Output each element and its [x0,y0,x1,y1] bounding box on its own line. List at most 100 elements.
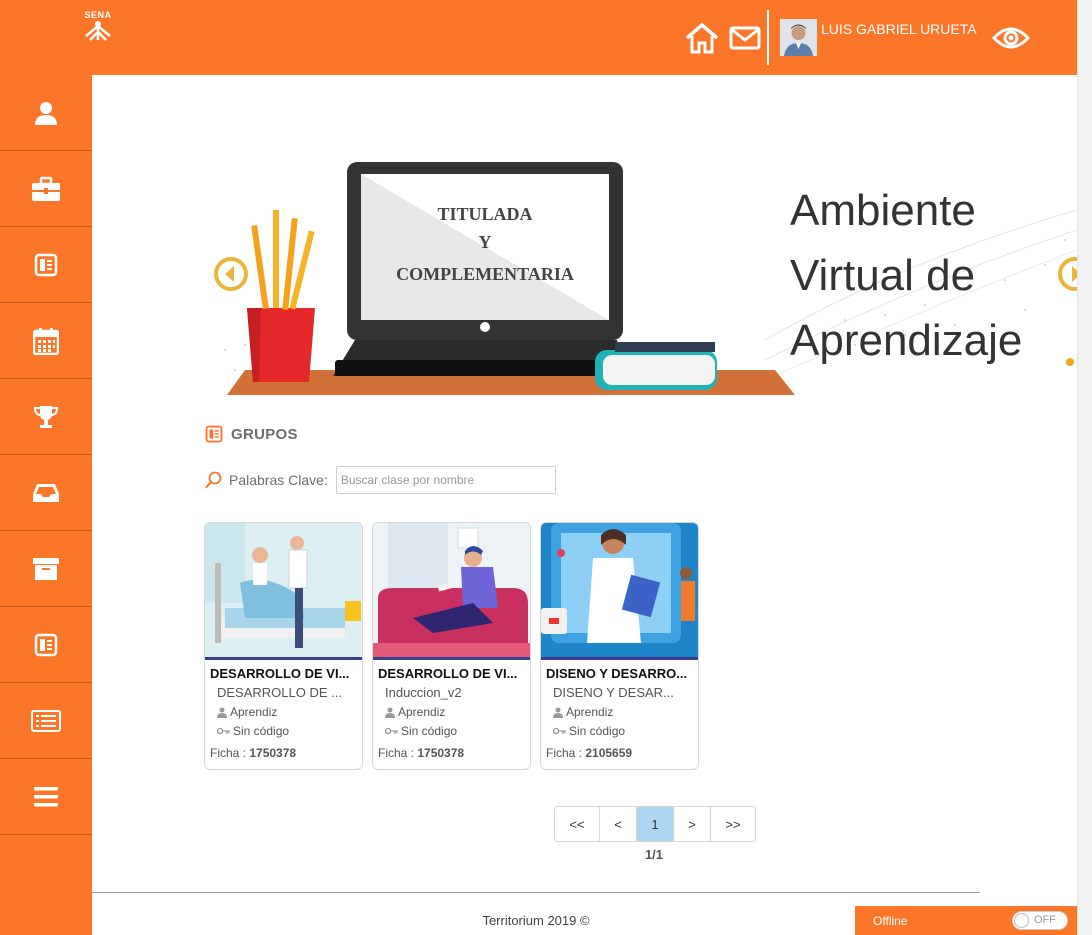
banner-heading-line-3: Aprendizaje [790,316,1022,365]
search-input[interactable] [335,466,556,494]
sidebar-item-courses[interactable] [0,607,92,683]
eye-icon[interactable] [991,24,1031,57]
key-icon [553,727,566,735]
sidebar-item-groups[interactable] [0,227,92,303]
banner-illustration: TITULADA Y COMPLEMENTARIA Ambiente Virtu… [224,162,1077,395]
sena-logo[interactable]: SENA [80,10,116,42]
card-title: DESARROLLO DE VI... [210,666,350,681]
card-title: DISENO Y DESARRO... [546,666,688,681]
banner-screen-line-3: COMPLEMENTARIA [396,264,574,284]
card-role-label: Aprendiz [398,705,446,719]
page-current-button[interactable]: 1 [637,807,674,841]
inbox-icon [33,483,59,502]
card-thumbnail [541,523,698,660]
list-icon [31,709,61,732]
sidebar-item-menu[interactable] [0,759,92,835]
top-bar: SENA LUIS GABRIEL URUETA [0,0,1077,75]
offline-bar: Offline OFF [855,906,1077,935]
banner-carousel: TITULADA Y COMPLEMENTARIA Ambiente Virtu… [205,130,1077,398]
card-ficha-value: 1750378 [417,746,465,760]
page-scrollbar[interactable] [1077,0,1092,935]
group-card[interactable]: DESARROLLO DE VI... DESARROLLO DE ... Ap… [204,522,363,770]
sidebar [0,75,92,935]
section-title: GRUPOS [231,425,298,443]
search-row: Palabras Clave: [205,466,556,494]
card-role-label: Aprendiz [230,705,278,719]
sidebar-item-portfolio[interactable] [0,151,92,227]
sidebar-item-list[interactable] [0,683,92,759]
user-icon [553,707,563,718]
search-icon [205,471,222,488]
page-first-button[interactable]: << [555,807,600,841]
logo-text: SENA [84,10,112,20]
group-card[interactable]: DISENO Y DESARRO... DISENO Y DESAR... Ap… [540,522,699,770]
card-role-label: Aprendiz [566,705,614,719]
card-thumbnail [373,523,530,660]
card-code: Sin código [205,719,362,738]
carousel-prev-button[interactable] [213,256,249,292]
footer-text: Territorium 2019 © [482,913,590,928]
card-subtitle: DISENO Y DESAR... [553,685,674,700]
sidebar-item-profile[interactable] [0,75,92,151]
card-ficha: Ficha : 1750378 [205,738,362,760]
card-role: Aprendiz [541,700,698,719]
card-subtitle: DESARROLLO DE ... [217,685,342,700]
sidebar-item-archive[interactable] [0,531,92,607]
trophy-icon [33,405,59,428]
user-icon [35,101,57,125]
card-role: Aprendiz [373,700,530,719]
page-info: 1/1 [644,847,664,862]
card-code: Sin código [541,719,698,738]
banner-screen-line-2: Y [479,232,492,252]
chevron-left-icon [214,257,248,291]
group-cards: DESARROLLO DE VI... DESARROLLO DE ... Ap… [204,522,699,770]
card-thumbnail [205,523,362,660]
card-title: DESARROLLO DE VI... [378,666,518,681]
briefcase-icon [32,176,60,201]
card-code: Sin código [373,719,530,738]
pagination: << < 1 > >> [554,806,756,842]
card-ficha-label: Ficha : [210,746,247,760]
user-name[interactable]: LUIS GABRIEL URUETA [821,21,977,37]
footer-divider [92,892,980,893]
header-divider [767,10,769,65]
toggle-text: OFF [1034,914,1056,926]
banner-screen-line-1: TITULADA [437,204,532,224]
card-code-label: Sin código [233,724,290,738]
search-label: Palabras Clave: [229,472,328,488]
card-ficha-value: 1750378 [249,746,297,760]
mail-icon[interactable] [729,26,761,55]
sidebar-item-calendar[interactable] [0,303,92,379]
user-icon [385,707,395,718]
banner-heading-line-2: Virtual de [790,251,975,300]
card-code-label: Sin código [401,724,458,738]
offline-toggle[interactable]: OFF [1012,911,1068,930]
carousel-next-button[interactable] [1057,256,1077,292]
card-ficha-value: 2105659 [585,746,633,760]
book-icon [34,253,58,276]
card-ficha-label: Ficha : [546,746,583,760]
offline-label: Offline [873,914,908,928]
toggle-knob [1014,913,1029,928]
sidebar-item-inbox[interactable] [0,455,92,531]
page-last-button[interactable]: >> [711,807,755,841]
card-code-label: Sin código [569,724,626,738]
menu-icon [34,786,58,806]
card-role: Aprendiz [205,700,362,719]
home-icon[interactable] [684,22,720,59]
avatar[interactable] [780,19,817,56]
card-ficha-label: Ficha : [378,746,415,760]
card-ficha: Ficha : 2105659 [541,738,698,760]
key-icon [385,727,398,735]
card-subtitle: Induccion_v2 [385,685,462,700]
calendar-icon [33,327,59,355]
group-card[interactable]: DESARROLLO DE VI... Induccion_v2 Aprendi… [372,522,531,770]
page-prev-button[interactable]: < [600,807,637,841]
user-icon [217,707,227,718]
book-icon [34,633,58,656]
card-ficha: Ficha : 1750378 [373,738,530,760]
key-icon [217,727,230,735]
chevron-right-icon [1058,257,1077,291]
page-next-button[interactable]: > [674,807,711,841]
sidebar-item-achievements[interactable] [0,379,92,455]
